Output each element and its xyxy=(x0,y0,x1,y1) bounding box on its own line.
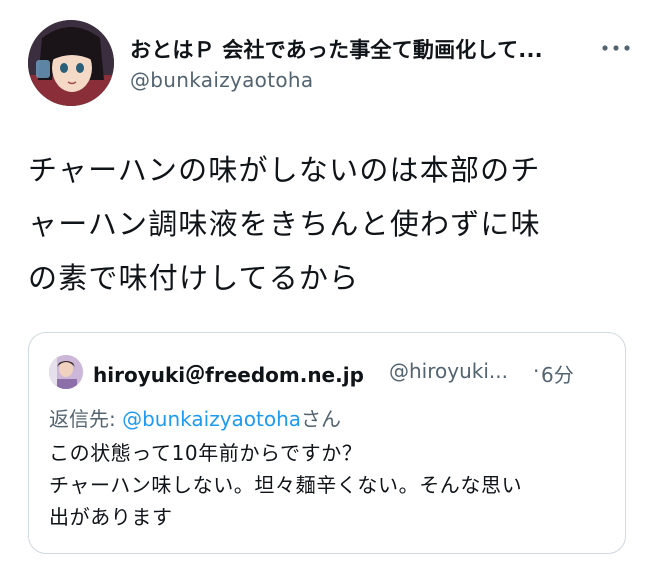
more-horizontal-icon[interactable] xyxy=(600,38,632,58)
tweet-body-line: チャーハンの味がしないのは本部のチ xyxy=(28,153,541,187)
quoted-tweet[interactable]: hiroyuki＠freedom.ne.jp @hiroyuki... · 6分… xyxy=(28,332,626,554)
quoted-body-line: 出があります xyxy=(49,505,173,529)
quoted-tweet-body: この状態って10年前からですか？ チャーハン味しない。坦々麺辛くない。そんな思い… xyxy=(49,437,609,533)
quoted-body-line: チャーハン味しない。坦々麺辛くない。そんな思い xyxy=(49,473,523,497)
quoted-author-handle[interactable]: @hiroyuki... xyxy=(389,359,508,383)
reply-mention-link[interactable]: @bunkaizyaotoha xyxy=(122,407,301,431)
quoted-body-line: この状態って10年前からですか？ xyxy=(49,441,363,465)
quoted-author-name[interactable]: hiroyuki＠freedom.ne.jp xyxy=(93,359,364,388)
separator-dot: · xyxy=(533,359,540,383)
author-handle[interactable]: @bunkaizyaotoha xyxy=(130,68,313,92)
reply-prefix: 返信先: xyxy=(49,407,123,431)
quoted-timestamp[interactable]: 6分 xyxy=(541,359,574,388)
author-display-name[interactable]: おとはＰ 会社であった事全て動画化して... xyxy=(130,34,580,64)
author-avatar[interactable] xyxy=(28,20,114,106)
tweet-body-line: の素で味付けしてるから xyxy=(28,261,360,295)
tweet-body-line: ャーハン調味液をきちんと使わずに味 xyxy=(28,207,541,241)
quoted-author-avatar[interactable] xyxy=(49,355,83,389)
tweet-card: おとはＰ 会社であった事全て動画化して... @bunkaizyaotoha チ… xyxy=(0,0,655,563)
reply-to-line: 返信先: @bunkaizyaotohaさん xyxy=(49,403,341,432)
reply-suffix: さん xyxy=(301,407,342,431)
tweet-body: チャーハンの味がしないのは本部のチ ャーハン調味液をきちんと使わずに味 の素で味… xyxy=(28,143,633,305)
